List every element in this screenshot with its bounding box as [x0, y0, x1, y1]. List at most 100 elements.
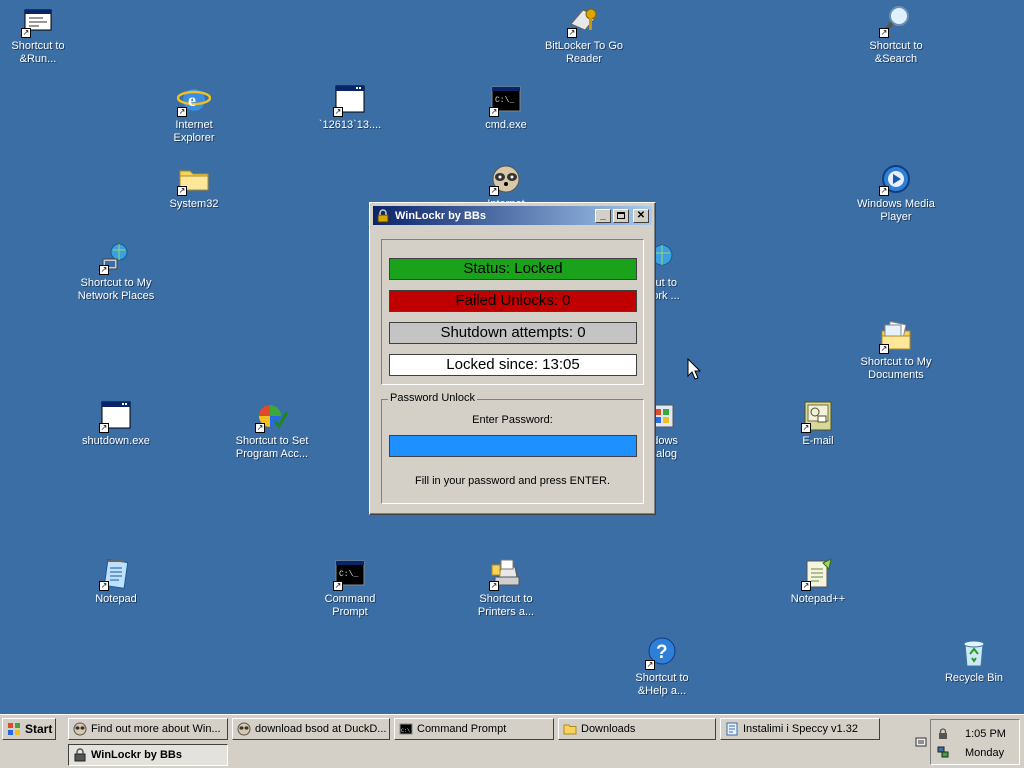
icon-label: Shortcut to &Run...	[11, 40, 65, 65]
desktop-icon-my-documents[interactable]: ↗ Shortcut to My Documents	[846, 320, 946, 382]
status-group: Status: Locked Failed Unlocks: 0 Shutdow…	[381, 239, 644, 385]
close-icon: ✕	[636, 209, 646, 221]
icon-label: Shortcut to Printers a...	[477, 593, 535, 618]
desktop-icon-set-program-access[interactable]: ↗ Shortcut to Set Program Acc...	[222, 399, 322, 461]
shutdown-attempts-bar: Shutdown attempts: 0	[389, 322, 637, 344]
password-input[interactable]	[389, 435, 637, 457]
desktop-icon-network-places[interactable]: ↗ Shortcut to My Network Places	[66, 241, 166, 303]
desktop-icon-notepad-plus-plus[interactable]: ↗ Notepad++	[768, 557, 868, 606]
shortcut-arrow-icon: ↗	[333, 581, 343, 591]
desktop-icon-bitlocker[interactable]: ↗ BitLocker To Go Reader	[534, 4, 634, 66]
desktop-icon-shutdown-exe[interactable]: ↗ shutdown.exe	[66, 399, 166, 448]
folder-icon	[563, 724, 577, 735]
minimize-button[interactable]: _	[595, 208, 611, 223]
password-unlock-group: Password Unlock Enter Password: Fill in …	[381, 392, 644, 504]
winlockr-window: WinLockr by BBs _ ✕ Status: Locked Faile…	[369, 202, 656, 515]
svg-text:C:\_: C:\_	[495, 96, 514, 105]
desktop-icon-email[interactable]: ↗ E-mail	[768, 399, 868, 448]
maximize-button[interactable]	[613, 208, 629, 223]
shortcut-arrow-icon: ↗	[489, 107, 499, 117]
taskbar-item-label: download bsod at DuckD...	[255, 723, 387, 735]
desktop-icon-help[interactable]: ? ↗ Shortcut to &Help a...	[612, 636, 712, 698]
taskbar-item-command-prompt[interactable]: C:\ Command Prompt	[394, 718, 554, 740]
windows-logo-icon	[8, 723, 20, 735]
shortcut-arrow-icon: ↗	[489, 186, 499, 196]
desktop-icon-system32[interactable]: ↗ System32	[144, 162, 244, 211]
system-tray: 1:05 PM Monday	[930, 719, 1020, 765]
desktop-icon-cmd-exe[interactable]: C:\_ ↗ cmd.exe	[456, 83, 556, 132]
shortcut-arrow-icon: ↗	[567, 28, 577, 38]
lock-icon	[377, 208, 389, 222]
icon-label: Shortcut to &Help a...	[635, 672, 689, 697]
maximize-icon	[617, 212, 625, 219]
taskbar-item-download-bsod[interactable]: download bsod at DuckD...	[232, 718, 390, 740]
shortcut-arrow-icon: ↗	[177, 107, 187, 117]
desktop-icon-internet-explorer[interactable]: e ↗ Internet Explorer	[144, 83, 244, 145]
start-button[interactable]: Start	[2, 718, 56, 740]
shortcut-arrow-icon: ↗	[879, 28, 889, 38]
lock-icon	[74, 748, 86, 762]
taskbar-item-label: Instalimi i Speccy v1.32	[743, 723, 858, 735]
desktop-icon-printers[interactable]: ↗ Shortcut to Printers a...	[456, 557, 556, 619]
taskbar-item-downloads[interactable]: Downloads	[558, 718, 716, 740]
start-label: Start	[25, 722, 53, 736]
shortcut-arrow-icon: ↗	[255, 423, 265, 433]
shortcut-arrow-icon: ↗	[645, 660, 655, 670]
clock-time[interactable]: 1:05 PM	[965, 728, 1006, 740]
icon-label: Shortcut to My Documents	[860, 356, 932, 381]
svg-text:?: ?	[656, 642, 668, 663]
icon-label: E-mail	[802, 435, 834, 447]
icon-label: Notepad	[95, 593, 137, 605]
desktop-icon-notepad[interactable]: ↗ Notepad	[66, 557, 166, 606]
group-legend: Password Unlock	[388, 392, 477, 404]
icon-label: Shortcut to My Network Places	[77, 277, 155, 302]
icon-label: Shortcut to Set Program Acc...	[235, 435, 309, 460]
desktop-icon-run[interactable]: ↗ Shortcut to &Run...	[0, 4, 88, 66]
title-bar[interactable]: WinLockr by BBs _ ✕	[373, 206, 652, 225]
shortcut-arrow-icon: ↗	[801, 423, 811, 433]
status-locked-bar: Status: Locked	[389, 258, 637, 280]
shortcut-arrow-icon: ↗	[801, 581, 811, 591]
keyboard-icon[interactable]	[915, 735, 927, 749]
taskbar-item-winlockr[interactable]: WinLockr by BBs	[68, 744, 228, 766]
raccoon-icon	[237, 722, 251, 736]
taskbar: Start Find out more about Win... downloa…	[0, 714, 1024, 768]
icon-label: cmd.exe	[485, 119, 527, 131]
shortcut-arrow-icon: ↗	[21, 28, 31, 38]
icon-label: Windows Media Player	[857, 198, 935, 223]
icon-label: `12613`13....	[318, 119, 382, 131]
shortcut-arrow-icon: ↗	[99, 581, 109, 591]
taskbar-item-label: Command Prompt	[417, 723, 507, 735]
icon-label: BitLocker To Go Reader	[544, 40, 624, 65]
icon-label: System32	[169, 198, 219, 210]
shortcut-arrow-icon: ↗	[99, 423, 109, 433]
desktop-icon-search[interactable]: ↗ Shortcut to &Search	[846, 4, 946, 66]
svg-text:C:\: C:\	[401, 728, 410, 734]
recycle-bin-icon	[963, 640, 985, 667]
icon-label: Shortcut to &Search	[869, 40, 923, 65]
desktop-icon-recycle-bin[interactable]: Recycle Bin	[924, 636, 1024, 685]
desktop-icon-12613[interactable]: ↗ `12613`13....	[300, 83, 400, 132]
desktop-icon-windows-media-player[interactable]: ↗ Windows Media Player	[846, 162, 946, 224]
locked-since-bar: Locked since: 13:05	[389, 354, 637, 376]
console-icon: C:\	[399, 723, 413, 735]
icon-label: Internet Explorer	[173, 119, 215, 144]
icon-label: shutdown.exe	[82, 435, 150, 447]
network-status-icon[interactable]	[937, 746, 949, 758]
desktop-icon-command-prompt[interactable]: C:\_ ↗ Command Prompt	[300, 557, 400, 619]
close-button[interactable]: ✕	[633, 208, 649, 223]
taskbar-item-speccy-installer[interactable]: Instalimi i Speccy v1.32	[720, 718, 880, 740]
window-title: WinLockr by BBs	[395, 209, 486, 222]
svg-text:C:\_: C:\_	[339, 570, 358, 579]
icon-label: Recycle Bin	[944, 672, 1004, 684]
shortcut-arrow-icon: ↗	[177, 186, 187, 196]
taskbar-item-label: Downloads	[581, 723, 636, 735]
svg-text:e: e	[188, 90, 196, 110]
installer-icon	[726, 722, 738, 736]
lock-icon[interactable]	[937, 728, 949, 740]
taskbar-item-find-out-more[interactable]: Find out more about Win...	[68, 718, 228, 740]
shortcut-arrow-icon: ↗	[879, 344, 889, 354]
shortcut-arrow-icon: ↗	[333, 107, 343, 117]
clock-day: Monday	[965, 747, 1005, 759]
raccoon-icon	[73, 722, 87, 736]
